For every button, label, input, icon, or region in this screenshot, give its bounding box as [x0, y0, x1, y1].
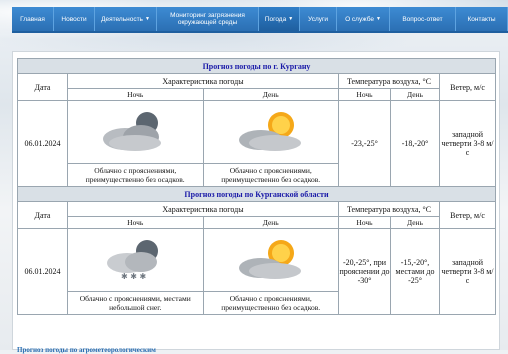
day-subheader: День	[202, 88, 339, 101]
temp-night-subheader: Ночь	[338, 216, 391, 229]
forecast-date: 06.01.2024	[17, 100, 68, 187]
cloudy-night-icon	[103, 112, 162, 151]
chevron-down-icon: ▼	[288, 15, 294, 22]
wind-value: западной четверти 3-8 м/с	[439, 100, 496, 187]
partly-cloudy-sun-icon	[238, 240, 301, 279]
nav-underline	[12, 31, 508, 33]
date-header: Дата	[17, 201, 68, 229]
temp-day-subheader: День	[390, 216, 440, 229]
day-subheader: День	[202, 216, 339, 229]
day-description: Облачно с прояснениями, преимущественно …	[202, 291, 339, 315]
nav-item-monitoring[interactable]: Мониторинг загрязнения окружающей среды	[157, 7, 259, 31]
weather-char-header: Характеристика погоды	[67, 73, 339, 89]
forecast-date: 06.01.2024	[17, 228, 68, 315]
nav-item-news[interactable]: Новости	[54, 7, 95, 31]
wind-value: западной четверти 3-8 м/с	[439, 228, 496, 315]
temp-night-subheader: Ночь	[338, 88, 391, 101]
chevron-down-icon: ▼	[375, 15, 381, 22]
footer-link[interactable]: Прогноз погоды по агрометеорологическим	[17, 346, 156, 354]
partly-cloudy-sun-icon	[238, 112, 301, 151]
night-subheader: Ночь	[67, 88, 204, 101]
region-forecast-title: Прогноз погоды по Курганской области	[17, 186, 496, 202]
nav-item-faq[interactable]: Вопрос-ответ	[390, 7, 456, 31]
svg-text:✱ ✱ ✱: ✱ ✱ ✱	[121, 272, 146, 281]
night-description: Облачно с прояснениями, местами небольшо…	[67, 291, 204, 315]
nav-item-services[interactable]: Услуги	[300, 7, 337, 31]
chevron-down-icon: ▼	[144, 15, 150, 22]
nav-item-about[interactable]: О службе ▼	[337, 7, 390, 31]
temp-night-value: -20,-25°, при прояснении до -30°	[338, 228, 391, 315]
night-weather-image: ✱ ✱ ✱	[67, 228, 204, 292]
forecast-table: Прогноз погоды по г. Кургану Дата Характ…	[17, 58, 496, 315]
nav-item-weather[interactable]: Погода ▼	[259, 7, 300, 31]
weather-char-header: Характеристика погоды	[67, 201, 339, 217]
day-weather-image	[202, 100, 339, 164]
temp-night-value: -23,-25°	[338, 100, 391, 187]
nav-item-home[interactable]: Главная	[12, 7, 54, 31]
main-navigation: Главная Новости Деятельность ▼ Мониторинг…	[12, 7, 508, 31]
temperature-header: Температура воздуха, °С	[338, 201, 440, 217]
city-forecast-title: Прогноз погоды по г. Кургану	[17, 58, 496, 74]
wind-header: Ветер, м/с	[439, 73, 496, 101]
night-subheader: Ночь	[67, 216, 204, 229]
night-weather-image	[67, 100, 204, 164]
temperature-header: Температура воздуха, °С	[338, 73, 440, 89]
temp-day-subheader: День	[390, 88, 440, 101]
date-header: Дата	[17, 73, 68, 101]
nav-item-activity[interactable]: Деятельность ▼	[95, 7, 157, 31]
temp-day-value: -18,-20°	[390, 100, 440, 187]
day-weather-image	[202, 228, 339, 292]
snowy-night-icon: ✱ ✱ ✱	[107, 240, 159, 281]
wind-header: Ветер, м/с	[439, 201, 496, 229]
night-description: Облачно с прояснениями, преимущественно …	[67, 163, 204, 187]
temp-day-value: -15,-20°, местами до -25°	[390, 228, 440, 315]
nav-item-contacts[interactable]: Контакты	[456, 7, 508, 31]
day-description: Облачно с прояснениями, преимущественно …	[202, 163, 339, 187]
